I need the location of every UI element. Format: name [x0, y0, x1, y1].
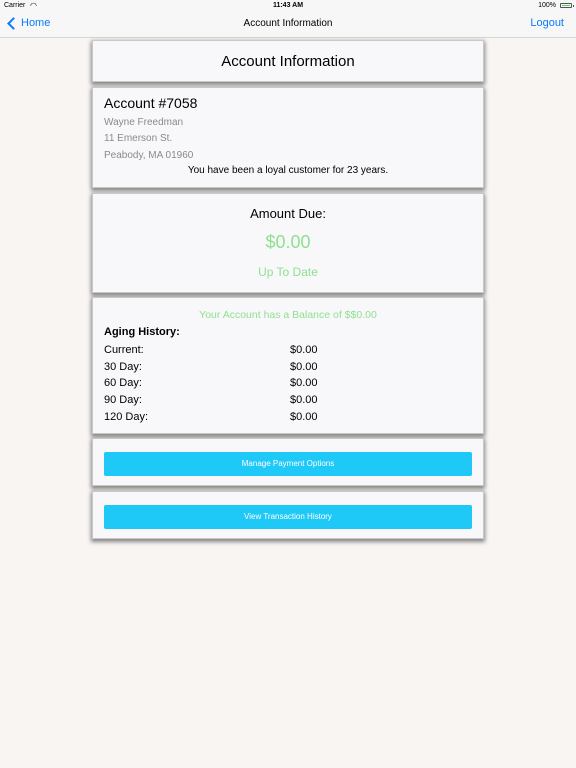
- transaction-history-card: View Transaction History: [92, 491, 484, 539]
- header-card: Account Information: [92, 40, 484, 82]
- loyalty-message: You have been a loyal customer for 23 ye…: [187, 165, 389, 176]
- aging-history-card: Your Account has a Balance of $$0.00 Agi…: [92, 297, 484, 434]
- manage-payment-card: Manage Payment Options: [92, 438, 484, 486]
- navigation-bar: Home Account Information Logout: [0, 12, 576, 38]
- battery-icon: [560, 3, 574, 8]
- aging-row-label: Current:: [104, 344, 144, 356]
- amount-due-card: Amount Due: $0.00 Up To Date: [92, 193, 484, 293]
- aging-row-label: 90 Day:: [104, 394, 142, 406]
- city-state-zip: Peabody, MA 01960: [104, 150, 194, 161]
- account-number: Account #7058: [104, 95, 198, 111]
- aging-row-label: 60 Day:: [104, 377, 142, 389]
- aging-row-label: 30 Day:: [104, 361, 142, 373]
- view-transaction-history-button[interactable]: View Transaction History: [104, 505, 472, 529]
- clock: 11:43 AM: [272, 2, 304, 9]
- payment-status: Up To Date: [258, 265, 318, 279]
- page-title: Account Information: [221, 53, 355, 70]
- account-card: Account #7058 Wayne Freedman 11 Emerson …: [92, 87, 484, 188]
- nav-title: Account Information: [243, 18, 333, 29]
- battery-percent: 100%: [538, 2, 556, 9]
- aging-row-value: $0.00: [290, 394, 318, 406]
- street-address: 11 Emerson St.: [104, 133, 173, 144]
- manage-payment-options-button[interactable]: Manage Payment Options: [104, 452, 472, 476]
- customer-name: Wayne Freedman: [104, 117, 184, 128]
- aging-row-value: $0.00: [290, 344, 318, 356]
- balance-message: Your Account has a Balance of $$0.00: [199, 309, 377, 321]
- aging-history-title: Aging History:: [104, 326, 180, 338]
- aging-row-value: $0.00: [290, 377, 318, 389]
- amount-due-label: Amount Due:: [250, 206, 326, 221]
- amount-due-value: $0.00: [265, 232, 311, 252]
- aging-row-value: $0.00: [290, 361, 318, 373]
- aging-row-value: $0.00: [290, 411, 318, 423]
- logout-button[interactable]: Logout: [530, 17, 564, 29]
- status-bar: Carrier ◠ 11:43 AM 100%: [0, 0, 576, 12]
- aging-row-label: 120 Day:: [104, 411, 149, 423]
